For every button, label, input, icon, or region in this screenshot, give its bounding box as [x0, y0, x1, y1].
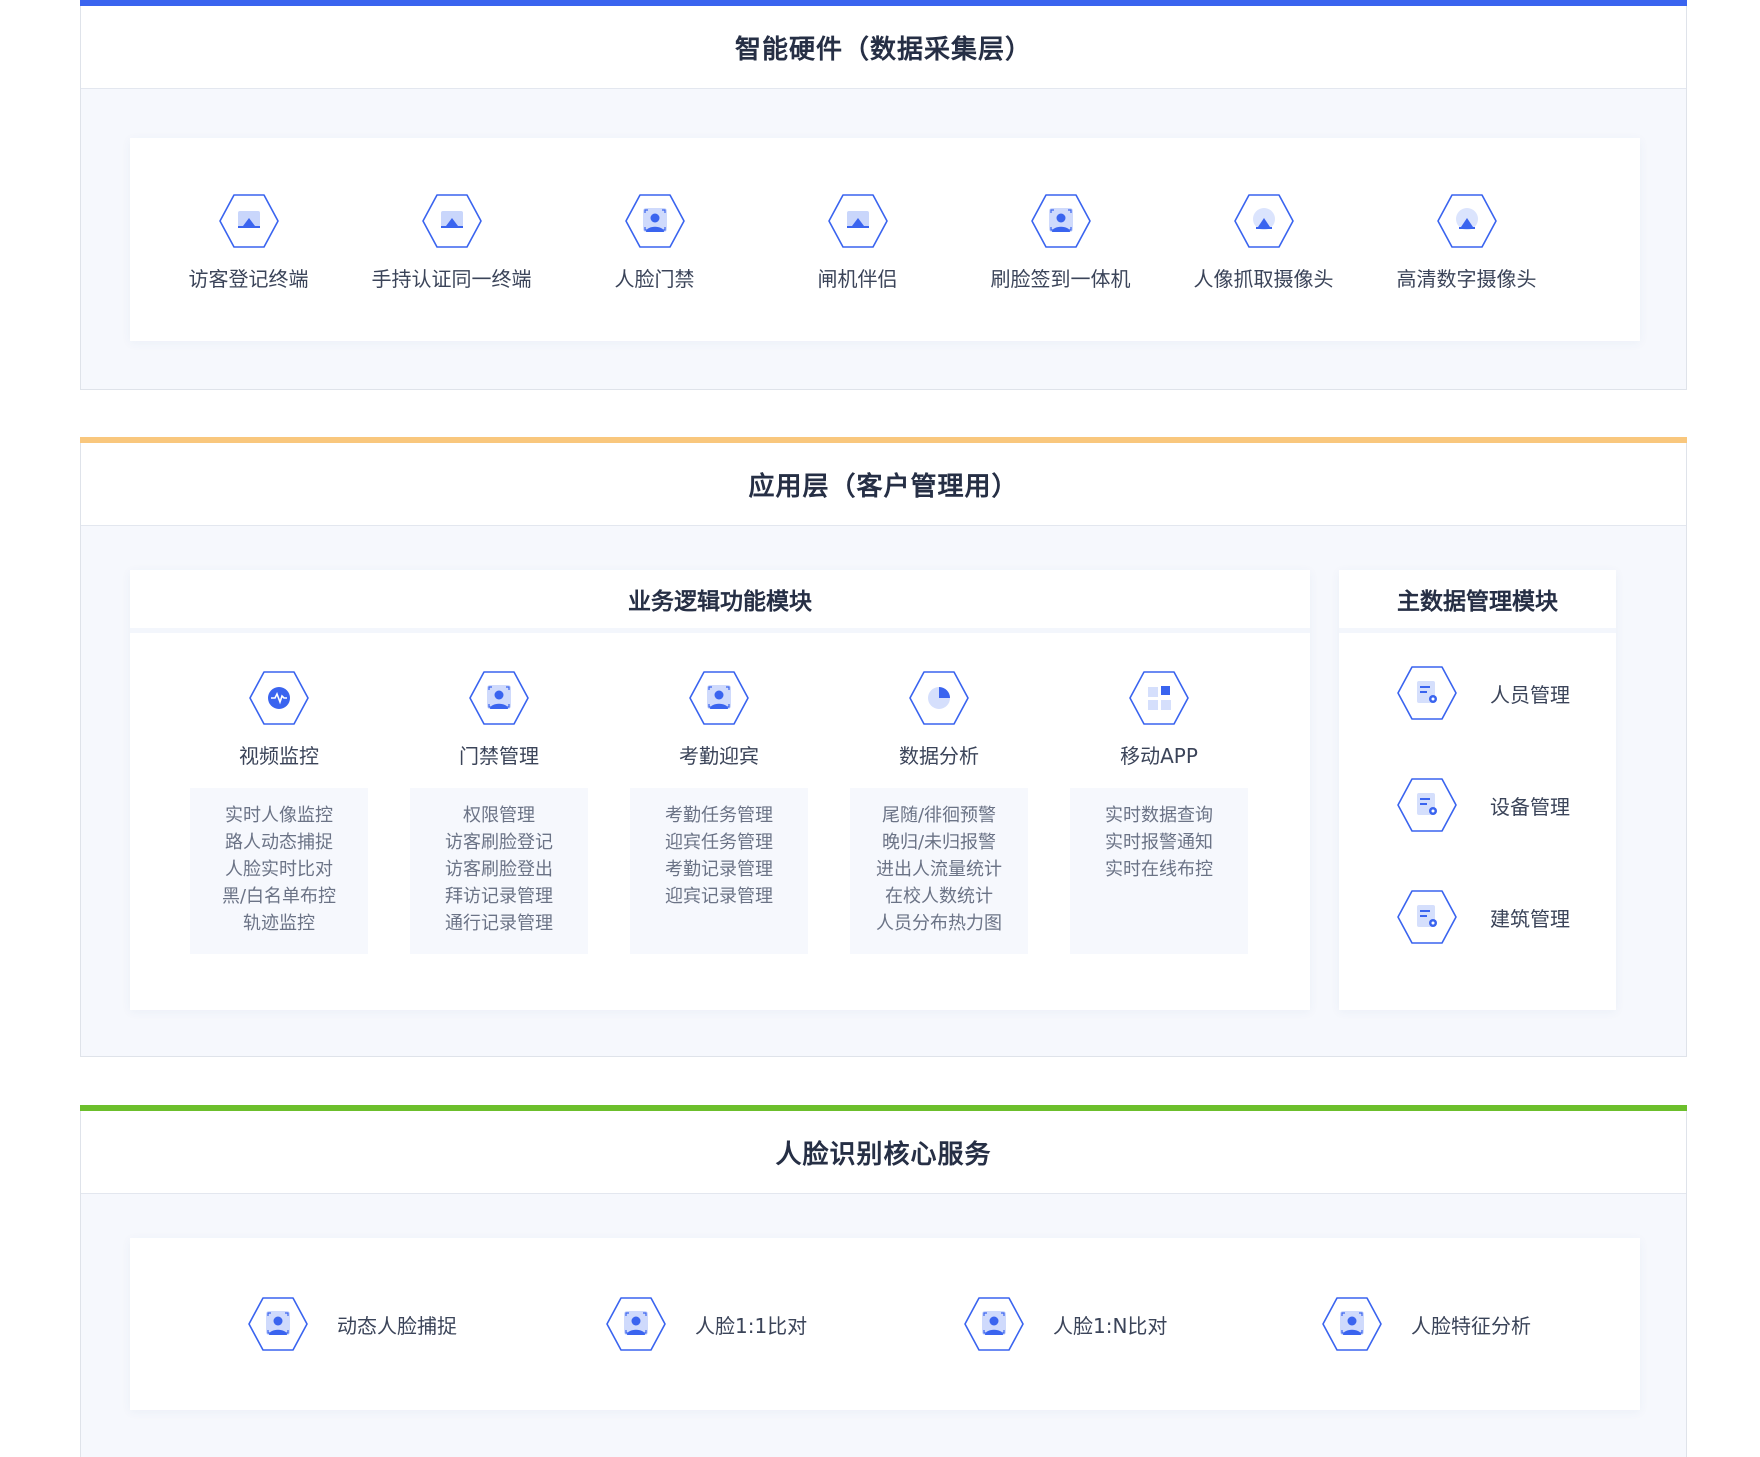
hardware-item: 人像抓取摄像头	[1162, 193, 1365, 292]
business-sub-item: 拜访记录管理	[445, 886, 553, 907]
business-sub-item: 黑/白名单布控	[221, 886, 337, 907]
master-data-item: 设备管理	[1396, 777, 1570, 833]
business-column-name: 门禁管理	[459, 744, 539, 768]
business-sub-item: 实时在线布控	[1105, 859, 1213, 880]
business-column: 移动APP 实时数据查询 实时报警通知 实时在线布控	[1070, 670, 1248, 954]
hardware-item-label: 手持认证同一终端	[371, 267, 532, 291]
face-core-label: 人脸1:N比对	[1053, 1313, 1168, 1338]
business-sub-item: 进出人流量统计	[876, 859, 1002, 880]
hardware-item-label: 人脸门禁	[614, 267, 695, 291]
face-scan-icon	[247, 1296, 309, 1352]
business-sub-list: 考勤任务管理 迎宾任务管理 考勤记录管理 迎宾记录管理	[630, 788, 808, 954]
business-sub-item: 考勤任务管理	[665, 805, 773, 826]
business-sub-item: 实时数据查询	[1105, 805, 1213, 826]
document-gear-icon	[1396, 665, 1458, 721]
master-data-label: 建筑管理	[1490, 906, 1570, 931]
business-sub-item: 在校人数统计	[885, 886, 993, 907]
hardware-item: 手持认证同一终端	[350, 193, 553, 292]
hardware-item-label: 人像抓取摄像头	[1193, 267, 1334, 291]
pie-chart-icon	[908, 670, 970, 726]
face-scan-icon	[468, 670, 530, 726]
hardware-item-label: 刷脸签到一体机	[990, 267, 1131, 291]
face-core-item: 动态人脸捕捉	[247, 1296, 457, 1352]
face-core-item: 人脸1:1比对	[605, 1296, 807, 1352]
hardware-card: 访客登记终端 手持认证同一终端 人脸门禁 闸机伴侣 刷脸签到一体机 人像抓取摄像…	[130, 138, 1640, 341]
face-scan-icon	[688, 670, 750, 726]
business-sub-item: 尾随/徘徊预警	[881, 805, 997, 826]
hardware-item: 高清数字摄像头	[1365, 193, 1568, 292]
face-core-label: 动态人脸捕捉	[337, 1313, 457, 1338]
business-column: 数据分析 尾随/徘徊预警 晚归/未归报警 进出人流量统计 在校人数统计 人员分布…	[850, 670, 1028, 954]
master-data-item: 建筑管理	[1396, 889, 1570, 945]
face-core-title: 人脸识别核心服务	[81, 1111, 1686, 1194]
face-core-label: 人脸特征分析	[1411, 1313, 1531, 1338]
business-sub-item: 实时报警通知	[1105, 832, 1213, 853]
master-data-item: 人员管理	[1396, 665, 1570, 721]
business-sub-item: 访客刷脸登出	[445, 859, 553, 880]
business-sub-item: 访客刷脸登记	[445, 832, 553, 853]
hardware-item-label: 访客登记终端	[188, 267, 309, 291]
business-module-card: 业务逻辑功能模块 视频监控 实时人像监控 路人动态捕捉 人脸实时比对 黑/白名单…	[130, 570, 1310, 1010]
master-data-card: 主数据管理模块 人员管理 设备管理 建筑管理	[1339, 570, 1616, 1010]
application-title: 应用层（客户管理用）	[81, 443, 1686, 526]
document-gear-icon	[1396, 777, 1458, 833]
business-sub-item: 路人动态捕捉	[225, 832, 333, 853]
terminal-icon	[827, 193, 889, 249]
face-scan-icon	[963, 1296, 1025, 1352]
business-sub-item: 人脸实时比对	[225, 859, 333, 880]
face-scan-icon	[605, 1296, 667, 1352]
video-monitor-icon	[248, 670, 310, 726]
hardware-item-label: 高清数字摄像头	[1396, 267, 1537, 291]
business-sub-item: 晚归/未归报警	[881, 832, 997, 853]
face-core-item: 人脸1:N比对	[963, 1296, 1167, 1352]
master-data-title: 主数据管理模块	[1339, 570, 1616, 633]
face-core-card: 动态人脸捕捉 人脸1:1比对 人脸1:N比对 人脸特征分析	[130, 1238, 1640, 1410]
hardware-item: 人脸门禁	[553, 193, 756, 292]
hardware-title: 智能硬件（数据采集层）	[81, 6, 1686, 89]
application-section: 应用层（客户管理用） 业务逻辑功能模块 视频监控 实时人像监控 路人动态捕捉 人…	[80, 437, 1687, 1057]
business-column: 门禁管理 权限管理 访客刷脸登记 访客刷脸登出 拜访记录管理 通行记录管理	[410, 670, 588, 954]
business-sub-item: 迎宾任务管理	[665, 832, 773, 853]
business-sub-item: 人员分布热力图	[876, 913, 1002, 934]
face-core-item: 人脸特征分析	[1321, 1296, 1531, 1352]
business-sub-list: 尾随/徘徊预警 晚归/未归报警 进出人流量统计 在校人数统计 人员分布热力图	[850, 788, 1028, 954]
business-sub-list: 实时数据查询 实时报警通知 实时在线布控	[1070, 788, 1248, 954]
hardware-item-label: 闸机伴侣	[817, 267, 898, 291]
terminal-icon	[218, 193, 280, 249]
hardware-section: 智能硬件（数据采集层） 访客登记终端 手持认证同一终端 人脸门禁 闸机伴侣 刷脸…	[80, 0, 1687, 390]
business-sub-item: 通行记录管理	[445, 913, 553, 934]
face-scan-icon	[624, 193, 686, 249]
business-column-name: 考勤迎宾	[679, 744, 759, 768]
business-column-name: 移动APP	[1120, 744, 1198, 768]
business-sub-item: 迎宾记录管理	[665, 886, 773, 907]
document-gear-icon	[1396, 889, 1458, 945]
business-sub-item: 实时人像监控	[225, 805, 333, 826]
face-scan-icon	[1030, 193, 1092, 249]
camera-icon	[1233, 193, 1295, 249]
hardware-item: 闸机伴侣	[756, 193, 959, 292]
terminal-icon	[421, 193, 483, 249]
business-sub-item: 轨迹监控	[243, 913, 315, 934]
business-sub-item: 权限管理	[463, 805, 535, 826]
business-sub-item: 考勤记录管理	[665, 859, 773, 880]
hardware-item: 访客登记终端	[147, 193, 350, 292]
face-core-label: 人脸1:1比对	[695, 1313, 808, 1338]
business-sub-list: 实时人像监控 路人动态捕捉 人脸实时比对 黑/白名单布控 轨迹监控	[190, 788, 368, 954]
app-grid-icon	[1128, 670, 1190, 726]
business-column-name: 视频监控	[239, 744, 319, 768]
master-data-label: 设备管理	[1490, 794, 1570, 819]
business-column: 考勤迎宾 考勤任务管理 迎宾任务管理 考勤记录管理 迎宾记录管理	[630, 670, 808, 954]
face-scan-icon	[1321, 1296, 1383, 1352]
business-sub-list: 权限管理 访客刷脸登记 访客刷脸登出 拜访记录管理 通行记录管理	[410, 788, 588, 954]
business-column-name: 数据分析	[899, 744, 979, 768]
hardware-item: 刷脸签到一体机	[959, 193, 1162, 292]
camera-icon	[1436, 193, 1498, 249]
business-column: 视频监控 实时人像监控 路人动态捕捉 人脸实时比对 黑/白名单布控 轨迹监控	[190, 670, 368, 954]
face-core-section: 人脸识别核心服务 动态人脸捕捉 人脸1:1比对 人脸1:N比对 人脸特征分析	[80, 1105, 1687, 1457]
business-module-title: 业务逻辑功能模块	[130, 570, 1310, 633]
master-data-label: 人员管理	[1490, 682, 1570, 707]
